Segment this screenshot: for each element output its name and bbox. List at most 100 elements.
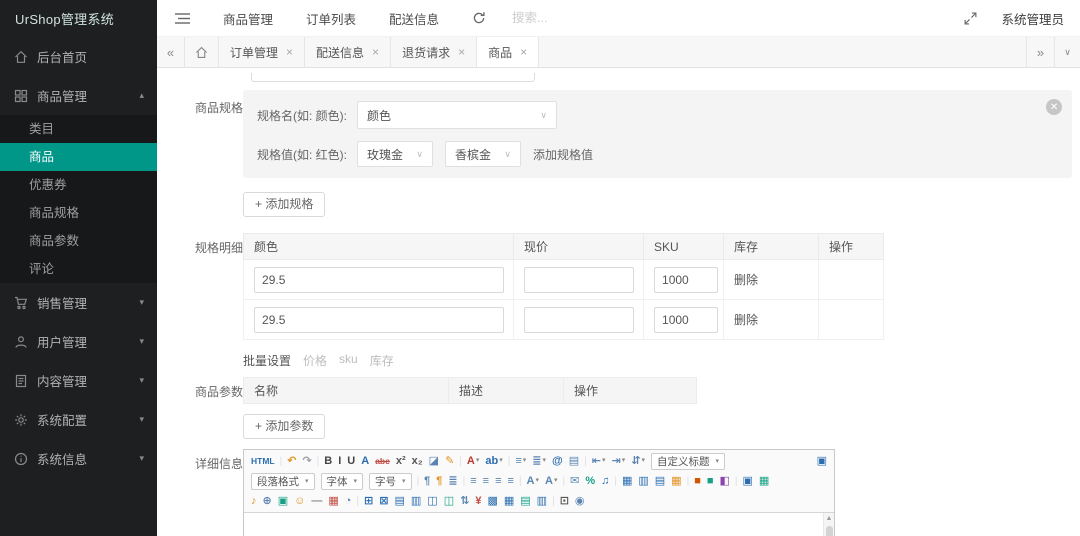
scrollbar-thumb[interactable] bbox=[826, 526, 833, 536]
insert-col-icon[interactable]: ▥ bbox=[408, 492, 424, 510]
delete-link[interactable]: 删除 bbox=[734, 273, 758, 287]
table-style-icon-2[interactable]: ▦ bbox=[501, 492, 517, 510]
align-left-icon[interactable]: ≡ bbox=[467, 472, 479, 490]
home-tab[interactable] bbox=[185, 37, 219, 67]
chart-icon[interactable]: ▦ bbox=[756, 472, 772, 490]
currency-icon[interactable]: ¥ bbox=[472, 492, 484, 510]
date-icon[interactable]: ▦ bbox=[325, 492, 341, 510]
indent-icon[interactable]: ⇤▾ bbox=[589, 452, 609, 470]
gmap-icon[interactable]: ■ bbox=[704, 472, 717, 490]
sidebar-subitem-6[interactable]: 评论 bbox=[0, 255, 157, 283]
sku-input[interactable] bbox=[654, 307, 718, 333]
italic-icon[interactable]: I bbox=[335, 452, 344, 470]
strikethrough-icon[interactable]: abc bbox=[372, 452, 393, 470]
topbar-menu-item-3[interactable]: 配送信息 bbox=[389, 9, 439, 28]
ordered-list-icon[interactable]: ≡▾ bbox=[512, 452, 529, 470]
topbar-menu-item-1[interactable]: 商品管理 bbox=[223, 9, 273, 28]
admin-user-menu[interactable]: 系统管理员 bbox=[1001, 9, 1064, 28]
font-family-dropdown[interactable]: 字体▾ bbox=[321, 473, 364, 490]
rtl-paragraph-icon[interactable]: ¶ bbox=[433, 472, 445, 490]
tab-3[interactable]: 退货请求× bbox=[391, 37, 477, 67]
tab-1[interactable]: 订单管理× bbox=[219, 37, 305, 67]
sidebar-item-2[interactable]: 商品管理▴ bbox=[0, 76, 157, 115]
music-icon[interactable]: ♪ bbox=[248, 492, 260, 510]
tabs-menu-chevron[interactable]: ∨ bbox=[1054, 37, 1080, 67]
close-icon[interactable]: × bbox=[520, 46, 527, 58]
batch-link-3[interactable]: 库存 bbox=[370, 352, 394, 369]
highlight-color-icon[interactable]: ab▾ bbox=[482, 452, 505, 470]
split-cells-icon[interactable]: ◫ bbox=[441, 492, 457, 510]
add-spec-button[interactable]: + 添加规格 bbox=[243, 192, 325, 217]
subscript-icon[interactable]: x₂ bbox=[409, 452, 426, 470]
underline-icon[interactable]: U bbox=[344, 452, 358, 470]
table-style-icon-1[interactable]: ▩ bbox=[484, 492, 500, 510]
attachment-icon[interactable]: ⊕ bbox=[260, 492, 275, 510]
editor-scrollbar[interactable]: ▲ bbox=[823, 513, 834, 536]
sidebar-subitem-1[interactable]: 类目 bbox=[0, 115, 157, 143]
fullscreen-editor-icon[interactable]: ▣ bbox=[814, 452, 830, 470]
paragraph-format-dropdown[interactable]: 段落格式▾ bbox=[251, 473, 315, 490]
sidebar-subitem-5[interactable]: 商品参数 bbox=[0, 227, 157, 255]
sidebar-item-6[interactable]: 系统配置▾ bbox=[0, 400, 157, 439]
percent-icon[interactable]: % bbox=[582, 472, 598, 490]
tab-2[interactable]: 配送信息× bbox=[305, 37, 391, 67]
superscript-icon[interactable]: x² bbox=[393, 452, 409, 470]
audio-icon[interactable]: ♫ bbox=[598, 472, 612, 490]
tabs-scroll-left[interactable]: « bbox=[157, 37, 185, 67]
batch-link-1[interactable]: 价格 bbox=[303, 352, 327, 369]
table-merge-icon[interactable]: ▦ bbox=[668, 472, 684, 490]
bold-icon[interactable]: B bbox=[321, 452, 335, 470]
spec-value-select-1[interactable]: 玫瑰金∨ bbox=[357, 141, 433, 167]
table-insert-icon[interactable]: ▦ bbox=[619, 472, 635, 490]
delete-table-icon[interactable]: ⊠ bbox=[376, 492, 391, 510]
horizontal-rule-icon[interactable]: — bbox=[308, 492, 325, 510]
ltr-paragraph-icon[interactable]: ¶ bbox=[421, 472, 433, 490]
outdent-icon[interactable]: ⇥▾ bbox=[608, 452, 628, 470]
align-justify-icon[interactable]: ≡ bbox=[505, 472, 517, 490]
sku-input[interactable] bbox=[654, 267, 718, 293]
screen-capture-icon[interactable]: ▣ bbox=[740, 472, 756, 490]
font-color-icon[interactable]: A▾ bbox=[464, 452, 482, 470]
custom-heading-dropdown[interactable]: 自定义标题▾ bbox=[651, 453, 725, 470]
scroll-up-icon[interactable]: ▲ bbox=[824, 513, 834, 524]
batch-link-2[interactable]: sku bbox=[339, 352, 358, 369]
table-style-icon-3[interactable]: ▤ bbox=[517, 492, 533, 510]
color-input[interactable] bbox=[254, 267, 504, 293]
sidebar-subitem-3[interactable]: 优惠券 bbox=[0, 171, 157, 199]
emotion-icon[interactable]: ☺ bbox=[291, 492, 308, 510]
map-icon[interactable]: ■ bbox=[691, 472, 704, 490]
color-input[interactable] bbox=[254, 307, 504, 333]
align-center-icon[interactable]: ≡ bbox=[480, 472, 492, 490]
delete-link[interactable]: 删除 bbox=[734, 313, 758, 327]
blockquote-icon[interactable]: ≣ bbox=[445, 472, 460, 490]
word-spacing-icon[interactable]: A▾ bbox=[542, 472, 560, 490]
sidebar-item-4[interactable]: 用户管理▾ bbox=[0, 322, 157, 361]
sidebar-item-5[interactable]: 内容管理▾ bbox=[0, 361, 157, 400]
fullscreen-icon[interactable] bbox=[964, 12, 977, 25]
tabs-scroll-right[interactable]: » bbox=[1026, 37, 1054, 67]
price-input[interactable] bbox=[524, 267, 634, 293]
letter-spacing-icon[interactable]: A▾ bbox=[524, 472, 542, 490]
sidebar-item-1[interactable]: 后台首页 bbox=[0, 37, 157, 76]
sidebar-subitem-2[interactable]: 商品 bbox=[0, 143, 157, 171]
price-input[interactable] bbox=[524, 307, 634, 333]
source-icon[interactable]: HTML bbox=[248, 452, 278, 470]
insert-row-icon[interactable]: ▤ bbox=[391, 492, 407, 510]
topbar-menu-item-2[interactable]: 订单列表 bbox=[306, 9, 356, 28]
page-break-icon[interactable]: ▤ bbox=[566, 452, 582, 470]
merge-cells-icon[interactable]: ◫ bbox=[424, 492, 440, 510]
spec-value-select-2[interactable]: 香槟金∨ bbox=[445, 141, 521, 167]
close-icon[interactable]: × bbox=[372, 46, 379, 58]
line-height-icon[interactable]: ⇵▾ bbox=[628, 452, 648, 470]
font-size-dropdown[interactable]: 字号▾ bbox=[369, 473, 412, 490]
spec-name-select[interactable]: 颜色 ∨ bbox=[357, 101, 557, 129]
close-icon[interactable]: × bbox=[286, 46, 293, 58]
close-icon[interactable]: × bbox=[458, 46, 465, 58]
editor-content-area[interactable]: ▲ bbox=[244, 513, 834, 536]
tab-4[interactable]: 商品× bbox=[477, 37, 539, 67]
font-border-icon[interactable]: A bbox=[358, 452, 372, 470]
eraser-icon[interactable]: ◪ bbox=[426, 452, 442, 470]
search-input[interactable] bbox=[512, 11, 662, 25]
undo-icon[interactable]: ↶ bbox=[284, 452, 299, 470]
table-style-icon-4[interactable]: ▥ bbox=[534, 492, 550, 510]
